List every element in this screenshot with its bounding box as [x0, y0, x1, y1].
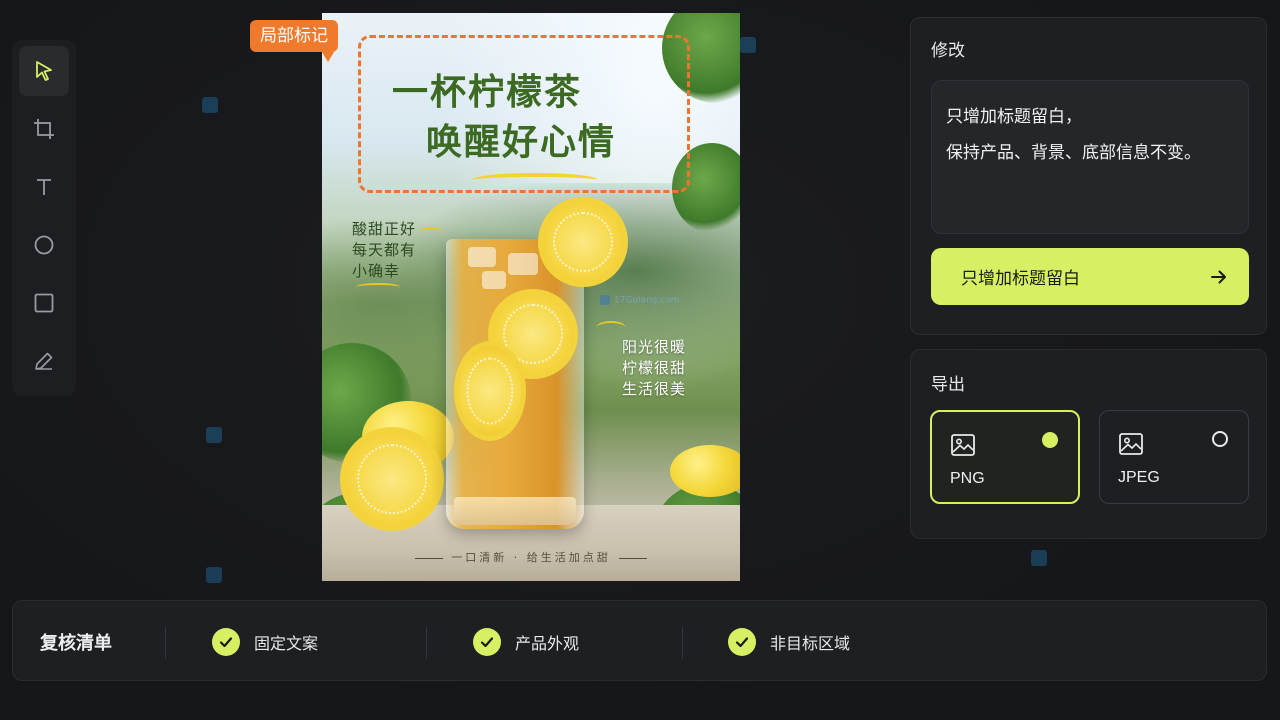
crop-tool-button[interactable] — [19, 104, 69, 154]
divider — [426, 627, 427, 659]
arrow-right-icon — [1211, 270, 1226, 283]
review-checklist: 复核清单 固定文案 产品外观 非目标区域 — [12, 600, 1267, 681]
tagline-line: 生活很美 — [622, 380, 687, 398]
divider — [165, 627, 166, 659]
tea-glass-base — [454, 497, 576, 525]
instruction-line: 只增加标题留白， — [946, 107, 1082, 127]
apply-edit-label: 只增加标题留白 — [961, 269, 1080, 289]
tagline-underline — [356, 283, 400, 291]
ice-cube — [482, 271, 506, 289]
local-mark-tag[interactable]: 局部标记 — [250, 20, 338, 62]
tagline-swirl — [596, 321, 626, 335]
poster-title-line-2: 唤醒好心情 — [426, 121, 617, 163]
select-tool-button[interactable] — [19, 46, 69, 96]
tagline-line: 柠檬很甜 — [622, 359, 687, 377]
edit-panel: 修改 只增加标题留白， 保持产品、背景、底部信息不变。 只增加标题留白 — [910, 17, 1267, 335]
export-panel-title: 导出 — [931, 375, 965, 395]
edit-panel-title: 修改 — [931, 41, 965, 61]
crop-icon — [34, 119, 54, 139]
checklist-item-label: 产品外观 — [515, 634, 580, 653]
footer-text: 一口清新 · 给生活加点甜 — [451, 551, 611, 564]
checklist-item[interactable]: 非目标区域 — [728, 628, 850, 656]
rectangle-tool-button[interactable] — [19, 278, 69, 328]
text-t-icon — [37, 179, 51, 195]
lemon-slice — [538, 197, 628, 287]
instruction-textarea[interactable]: 只增加标题留白， 保持产品、背景、底部信息不变。 — [931, 80, 1249, 234]
lemon-slice — [454, 341, 526, 441]
lemon-whole — [670, 445, 740, 497]
apply-edit-button[interactable]: 只增加标题留白 — [931, 248, 1249, 305]
instruction-line: 保持产品、背景、底部信息不变。 — [946, 143, 1201, 163]
checklist-title: 复核清单 — [40, 633, 112, 654]
poster-right-tagline: 阳光很暖 柠檬很甜 生活很美 — [622, 337, 686, 400]
checklist-item-label: 固定文案 — [254, 634, 319, 653]
check-circle-icon — [473, 628, 501, 656]
check-circle-icon — [728, 628, 756, 656]
checklist-item[interactable]: 固定文案 — [212, 628, 318, 656]
watermark-icon — [206, 567, 222, 583]
ellipse-tool-button[interactable] — [19, 220, 69, 270]
poster-title-line-1: 一杯柠檬茶 — [392, 71, 583, 113]
square-icon — [34, 293, 54, 313]
cursor-arrow-icon — [36, 61, 52, 81]
export-panel: 导出 PNG JPEG — [910, 349, 1267, 539]
watermark-icon — [600, 295, 610, 305]
tagline-line: 阳光很暖 — [622, 338, 687, 356]
checklist-item-label: 非目标区域 — [770, 634, 851, 653]
pen-tool-button[interactable] — [19, 336, 69, 386]
tagline-swirl — [418, 227, 444, 243]
format-option-jpeg[interactable]: JPEG — [1099, 410, 1249, 504]
format-radio-selected[interactable] — [1042, 432, 1058, 448]
poster-footer: 一口清新 · 给生活加点甜 — [322, 549, 740, 565]
ice-cube — [468, 247, 496, 267]
tagline-line: 酸甜正好 — [352, 220, 417, 238]
checklist-item[interactable]: 产品外观 — [473, 628, 579, 656]
watermark-text: 17Golang.com — [600, 295, 679, 306]
tagline-line: 每天都有 — [352, 241, 417, 259]
footer-dash — [415, 557, 444, 559]
watermark-label: 17Golang.com — [614, 295, 680, 306]
image-icon — [1119, 433, 1143, 455]
divider — [682, 627, 683, 659]
poster-left-tagline: 酸甜正好 每天都有 小确幸 — [352, 219, 416, 282]
ice-cube — [508, 253, 538, 275]
format-radio[interactable] — [1212, 431, 1228, 447]
watermark-icon — [202, 97, 218, 113]
circle-icon — [34, 235, 54, 255]
watermark-icon — [1031, 550, 1047, 566]
title-underline — [472, 173, 598, 187]
watermark-icon — [206, 427, 222, 443]
format-label: JPEG — [1118, 469, 1160, 486]
footer-dash — [618, 557, 647, 559]
tool-palette — [12, 40, 76, 396]
image-icon — [951, 434, 975, 456]
check-circle-icon — [212, 628, 240, 656]
tagline-line: 小确幸 — [352, 262, 401, 280]
format-option-png[interactable]: PNG — [930, 410, 1080, 504]
format-label: PNG — [950, 470, 985, 487]
pencil-icon — [35, 352, 53, 370]
watermark-icon — [740, 37, 756, 53]
text-tool-button[interactable] — [19, 162, 69, 212]
lemon-slice — [340, 427, 444, 531]
